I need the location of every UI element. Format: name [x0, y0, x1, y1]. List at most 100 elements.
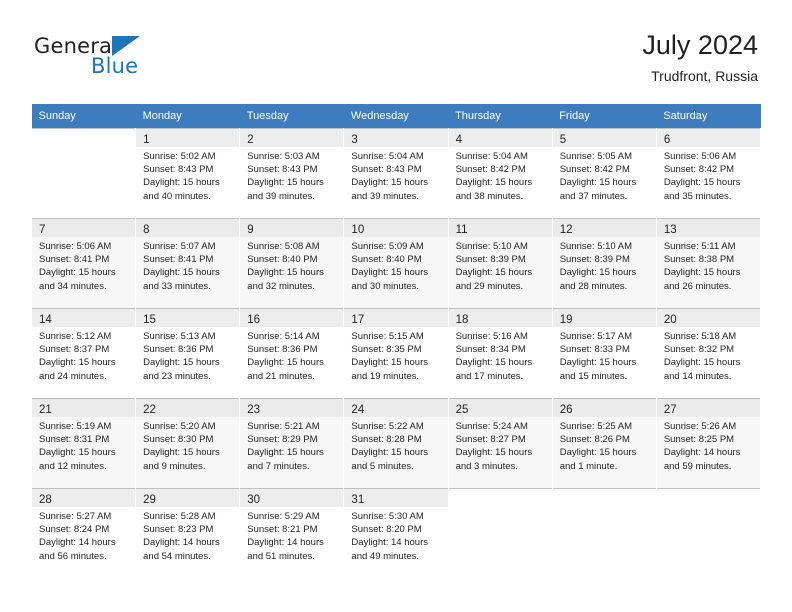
sunset-text: Sunset: 8:39 PM — [455, 254, 526, 266]
day-number: 24 — [344, 399, 448, 417]
calendar-day-cell[interactable]: 12 Sunrise: 5:10 AM Sunset: 8:39 PM Dayligh… — [551, 218, 657, 308]
calendar-page: General Blue July 2024 Trudfront, Russia… — [0, 0, 792, 612]
sunrise-text: Sunrise: 5:06 AM — [39, 241, 112, 252]
daylight-text-line1: Daylight: 15 hours — [663, 267, 741, 279]
daylight-text-line2: and 49 minutes. — [351, 550, 420, 562]
calendar-day-cell[interactable]: 11 Sunrise: 5:10 AM Sunset: 8:39 PM Dayligh… — [447, 218, 553, 308]
calendar-day-cell[interactable]: 26 Sunrise: 5:25 AM Sunset: 8:26 PM Dayligh… — [551, 398, 657, 488]
day-info: Sunrise: 5:07 AM Sunset: 8:41 PM Daylight:… — [136, 237, 239, 293]
calendar-day-cell[interactable]: 3 Sunrise: 5:04 AM Sunset: 8:43 PM Daylight… — [343, 128, 449, 218]
calendar-week-row: 14 Sunrise: 5:12 AM Sunset: 8:37 PM Dayligh… — [30, 308, 762, 398]
calendar-day-cell[interactable]: 7 Sunrise: 5:06 AM Sunset: 8:41 PM Daylight… — [30, 218, 137, 308]
day-info: Sunrise: 5:28 AM Sunset: 8:23 PM Daylight:… — [136, 507, 239, 563]
sunrise-text: Sunrise: 5:02 AM — [143, 151, 216, 162]
calendar-day-cell[interactable] — [447, 488, 553, 578]
calendar-day-cell[interactable]: 22 Sunrise: 5:20 AM Sunset: 8:30 PM Dayligh… — [135, 398, 241, 488]
day-number: 22 — [136, 399, 240, 417]
day-number: 30 — [240, 489, 344, 507]
sunset-text: Sunset: 8:41 PM — [143, 254, 214, 266]
sunset-text: Sunset: 8:41 PM — [39, 254, 110, 266]
day-number: 7 — [32, 219, 136, 237]
day-number: 19 — [552, 309, 656, 327]
calendar-day-cell[interactable]: 23 Sunrise: 5:21 AM Sunset: 8:29 PM Dayligh… — [239, 398, 345, 488]
sunset-text: Sunset: 8:21 PM — [247, 524, 318, 536]
sunrise-text: Sunrise: 5:14 AM — [247, 331, 320, 342]
calendar-day-cell[interactable]: 9 Sunrise: 5:08 AM Sunset: 8:40 PM Daylight… — [239, 218, 345, 308]
brand-triangle-icon — [112, 36, 140, 56]
calendar-day-cell[interactable]: 30 Sunrise: 5:29 AM Sunset: 8:21 PM Dayligh… — [239, 488, 345, 578]
day-number — [449, 489, 552, 507]
sunrise-text: Sunrise: 5:24 AM — [455, 421, 528, 432]
calendar-day-cell[interactable]: 18 Sunrise: 5:16 AM Sunset: 8:34 PM Dayligh… — [447, 308, 553, 398]
calendar-day-cell[interactable]: 29 Sunrise: 5:28 AM Sunset: 8:23 PM Dayligh… — [135, 488, 241, 578]
sunset-text: Sunset: 8:34 PM — [455, 344, 526, 356]
calendar-day-cell[interactable] — [551, 488, 657, 578]
daylight-text-line2: and 51 minutes. — [247, 550, 315, 562]
sunset-text: Sunset: 8:23 PM — [143, 524, 214, 536]
daylight-text-line2: and 23 minutes. — [143, 370, 211, 382]
day-number — [553, 489, 656, 507]
sunrise-text: Sunrise: 5:28 AM — [143, 511, 216, 522]
calendar-day-cell[interactable]: 14 Sunrise: 5:12 AM Sunset: 8:37 PM Dayligh… — [30, 308, 137, 398]
sunrise-text: Sunrise: 5:18 AM — [663, 331, 737, 342]
daylight-text-line2: and 15 minutes. — [559, 370, 628, 382]
sunset-text: Sunset: 8:42 PM — [663, 164, 735, 176]
daylight-text-line2: and 9 minutes. — [143, 460, 206, 472]
sunset-text: Sunset: 8:40 PM — [351, 254, 422, 266]
calendar-day-cell[interactable]: 17 Sunrise: 5:15 AM Sunset: 8:35 PM Dayligh… — [343, 308, 449, 398]
daylight-text-line2: and 56 minutes. — [39, 550, 107, 562]
calendar-day-cell[interactable]: 16 Sunrise: 5:14 AM Sunset: 8:36 PM Dayligh… — [239, 308, 345, 398]
calendar-day-cell[interactable]: 25 Sunrise: 5:24 AM Sunset: 8:27 PM Dayligh… — [447, 398, 553, 488]
calendar-day-cell[interactable] — [655, 488, 762, 578]
calendar-day-cell[interactable]: 27 Sunrise: 5:26 AM Sunset: 8:25 PM Dayligh… — [655, 398, 762, 488]
calendar-day-cell[interactable]: 21 Sunrise: 5:19 AM Sunset: 8:31 PM Dayligh… — [30, 398, 137, 488]
sunrise-text: Sunrise: 5:08 AM — [247, 241, 320, 252]
calendar-day-cell[interactable]: 2 Sunrise: 5:03 AM Sunset: 8:43 PM Daylight… — [239, 128, 345, 218]
calendar-week-row: 7 Sunrise: 5:06 AM Sunset: 8:41 PM Daylight… — [30, 218, 762, 308]
sunset-text: Sunset: 8:29 PM — [247, 434, 318, 446]
day-info: Sunrise: 5:09 AM Sunset: 8:40 PM Daylight:… — [344, 237, 447, 293]
daylight-text-line2: and 24 minutes. — [39, 370, 107, 382]
day-number: 29 — [136, 489, 240, 507]
day-info: Sunrise: 5:11 AM Sunset: 8:38 PM Daylight:… — [657, 237, 760, 293]
daylight-text-line1: Daylight: 15 hours — [455, 447, 533, 459]
calendar-day-cell[interactable]: 1 Sunrise: 5:02 AM Sunset: 8:43 PM Daylight… — [135, 128, 241, 218]
calendar-day-cell[interactable]: 5 Sunrise: 5:05 AM Sunset: 8:42 PM Daylight… — [551, 128, 657, 218]
calendar-day-cell[interactable]: 10 Sunrise: 5:09 AM Sunset: 8:40 PM Dayligh… — [343, 218, 449, 308]
sunrise-text: Sunrise: 5:29 AM — [247, 511, 320, 522]
sunset-text: Sunset: 8:24 PM — [39, 524, 110, 536]
daylight-text-line1: Daylight: 15 hours — [663, 177, 741, 189]
daylight-text-line2: and 35 minutes. — [663, 190, 732, 202]
daylight-text-line2: and 7 minutes. — [247, 460, 310, 472]
daylight-text-line1: Daylight: 15 hours — [247, 447, 324, 459]
calendar-day-cell[interactable] — [30, 128, 137, 218]
calendar-day-cell[interactable]: 8 Sunrise: 5:07 AM Sunset: 8:41 PM Daylight… — [135, 218, 241, 308]
calendar-day-cell[interactable]: 20 Sunrise: 5:18 AM Sunset: 8:32 PM Dayligh… — [655, 308, 762, 398]
calendar-header-row: Sunday Monday Tuesday Wednesday Thursday… — [31, 104, 761, 128]
daylight-text-line1: Daylight: 15 hours — [39, 357, 116, 369]
calendar-day-cell[interactable]: 15 Sunrise: 5:13 AM Sunset: 8:36 PM Dayligh… — [135, 308, 241, 398]
brand-logo[interactable]: General Blue — [34, 34, 244, 86]
weekday-header-wednesday: Wednesday — [343, 104, 449, 128]
sunset-text: Sunset: 8:42 PM — [455, 164, 526, 176]
day-info: Sunrise: 5:27 AM Sunset: 8:24 PM Daylight:… — [32, 507, 135, 563]
calendar-day-cell[interactable]: 13 Sunrise: 5:11 AM Sunset: 8:38 PM Dayligh… — [655, 218, 762, 308]
day-number: 28 — [32, 489, 136, 507]
daylight-text-line2: and 14 minutes. — [663, 370, 732, 382]
calendar-day-cell[interactable]: 4 Sunrise: 5:04 AM Sunset: 8:42 PM Daylight… — [447, 128, 553, 218]
calendar-day-cell[interactable]: 28 Sunrise: 5:27 AM Sunset: 8:24 PM Dayligh… — [30, 488, 137, 578]
day-number: 10 — [344, 219, 448, 237]
calendar-day-cell[interactable]: 31 Sunrise: 5:30 AM Sunset: 8:20 PM Dayligh… — [343, 488, 449, 578]
calendar-day-cell[interactable]: 6 Sunrise: 5:06 AM Sunset: 8:42 PM Daylight… — [655, 128, 762, 218]
sunrise-text: Sunrise: 5:22 AM — [351, 421, 424, 432]
page-title: July 2024 — [642, 30, 758, 60]
daylight-text-line2: and 1 minute. — [559, 460, 618, 472]
day-number: 2 — [240, 129, 344, 147]
day-info: Sunrise: 5:13 AM Sunset: 8:36 PM Daylight:… — [136, 327, 239, 383]
sunrise-text: Sunrise: 5:04 AM — [351, 151, 424, 162]
calendar-week-row: 21 Sunrise: 5:19 AM Sunset: 8:31 PM Dayligh… — [30, 398, 762, 488]
daylight-text-line1: Daylight: 15 hours — [39, 447, 116, 459]
day-info: Sunrise: 5:25 AM Sunset: 8:26 PM Daylight:… — [553, 417, 656, 473]
calendar-day-cell[interactable]: 19 Sunrise: 5:17 AM Sunset: 8:33 PM Dayligh… — [551, 308, 657, 398]
calendar-day-cell[interactable]: 24 Sunrise: 5:22 AM Sunset: 8:28 PM Dayligh… — [343, 398, 449, 488]
